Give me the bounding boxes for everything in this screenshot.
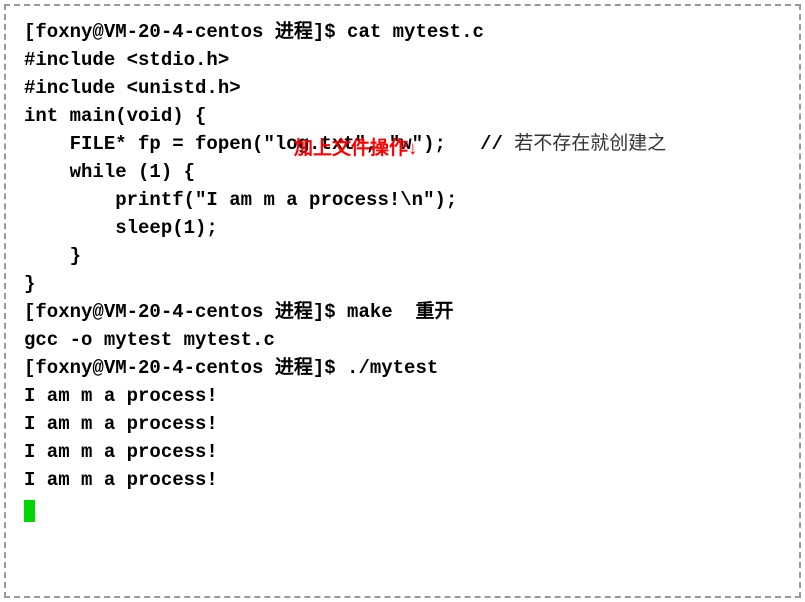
make-cmd: [foxny@VM-20-4-centos 进程]$ make xyxy=(24,301,415,323)
code-line: #include <unistd.h> xyxy=(24,74,781,102)
code-line: } xyxy=(24,242,781,270)
code-line: #include <stdio.h> xyxy=(24,46,781,74)
code-line: printf("I am m a process!\n"); xyxy=(24,186,781,214)
code-line: int main(void) { xyxy=(24,102,781,130)
cursor-block xyxy=(24,500,35,522)
output-line: I am m a process! xyxy=(24,466,781,494)
gcc-line: gcc -o mytest mytest.c xyxy=(24,326,781,354)
code-fopen: FILE* fp = fopen("log.txt", "w"); // xyxy=(24,133,514,155)
cursor-line xyxy=(24,494,781,522)
terminal-output-box: [foxny@VM-20-4-centos 进程]$ cat mytest.c … xyxy=(4,4,801,598)
code-line: sleep(1); xyxy=(24,214,781,242)
output-line: I am m a process! xyxy=(24,382,781,410)
annotation-file-op: 加上文件操作↓ xyxy=(294,133,418,160)
prompt-line-cat: [foxny@VM-20-4-centos 进程]$ cat mytest.c xyxy=(24,18,781,46)
make-annotation: 重开 xyxy=(415,301,453,322)
output-line: I am m a process! xyxy=(24,410,781,438)
prompt-line-make: [foxny@VM-20-4-centos 进程]$ make 重开 xyxy=(24,298,781,326)
code-comment-cn: 若不存在就创建之 xyxy=(514,133,666,154)
prompt-line-run: [foxny@VM-20-4-centos 进程]$ ./mytest xyxy=(24,354,781,382)
code-line: } xyxy=(24,270,781,298)
output-line: I am m a process! xyxy=(24,438,781,466)
code-line: while (1) { xyxy=(24,158,781,186)
